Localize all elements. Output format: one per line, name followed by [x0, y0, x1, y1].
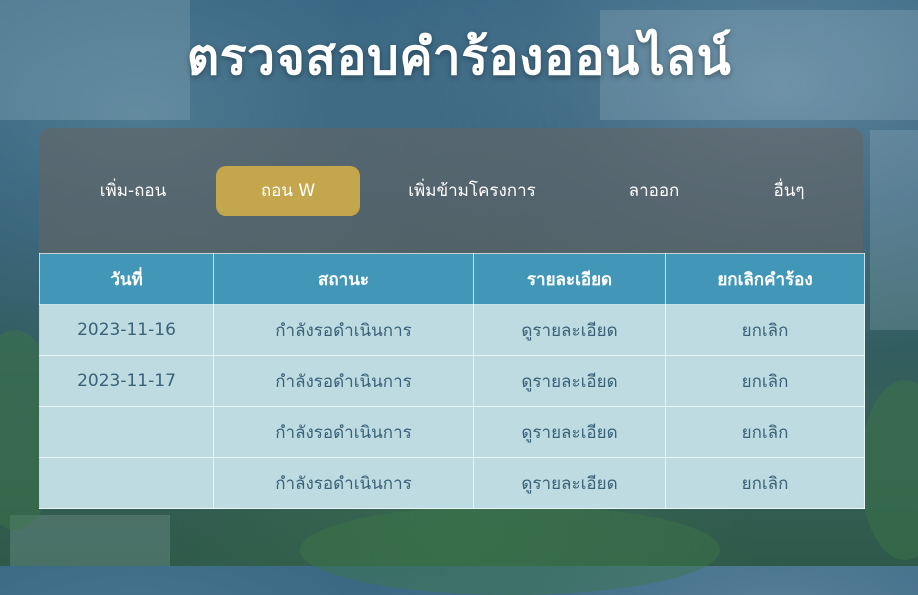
request-type-tabs: เพิ่ม-ถอน ถอน W เพิ่มข้ามโครงการ ลาออก อ… [39, 166, 863, 216]
cancel-request-button[interactable]: ยกเลิก [665, 304, 865, 356]
page-title: ตรวจสอบคำร้องออนไลน์ [186, 28, 732, 86]
background-building-bottom [10, 515, 170, 566]
background-trees-right [860, 380, 918, 560]
status-cell: กำลังรอดำเนินการ [213, 406, 474, 458]
date-cell [39, 406, 214, 458]
cancel-request-button[interactable]: ยกเลิก [665, 457, 865, 509]
status-cell: กำลังรอดำเนินการ [213, 355, 474, 407]
column-header-detail: รายละเอียด [473, 253, 666, 305]
column-header-date: วันที่ [39, 253, 214, 305]
date-cell: 2023-11-17 [39, 355, 214, 407]
cancel-request-button[interactable]: ยกเลิก [665, 406, 865, 458]
view-detail-link[interactable]: ดูรายละเอียด [473, 355, 666, 407]
view-detail-link[interactable]: ดูรายละเอียด [473, 304, 666, 356]
background-building-right-lower [870, 130, 918, 330]
tab-cross-program[interactable]: เพิ่มข้ามโครงการ [389, 166, 555, 216]
view-detail-link[interactable]: ดูรายละเอียด [473, 457, 666, 509]
status-cell: กำลังรอดำเนินการ [213, 304, 474, 356]
column-header-status: สถานะ [213, 253, 474, 305]
date-cell: 2023-11-16 [39, 304, 214, 356]
status-cell: กำลังรอดำเนินการ [213, 457, 474, 509]
tab-withdraw[interactable]: ถอน W [216, 166, 360, 216]
table-row: 2023-11-16 กำลังรอดำเนินการ ดูรายละเอียด… [39, 304, 865, 356]
date-cell [39, 457, 214, 509]
table-row: 2023-11-17 กำลังรอดำเนินการ ดูรายละเอียด… [39, 355, 865, 407]
background-trees-bottom [300, 505, 720, 595]
cancel-request-button[interactable]: ยกเลิก [665, 355, 865, 407]
tab-other[interactable]: อื่นๆ [739, 166, 839, 216]
column-header-cancel: ยกเลิกคำร้อง [665, 253, 865, 305]
request-table: วันที่ สถานะ รายละเอียด ยกเลิกคำร้อง 202… [39, 253, 865, 509]
table-header-row: วันที่ สถานะ รายละเอียด ยกเลิกคำร้อง [39, 253, 865, 305]
table-row: กำลังรอดำเนินการ ดูรายละเอียด ยกเลิก [39, 457, 865, 509]
table-row: กำลังรอดำเนินการ ดูรายละเอียด ยกเลิก [39, 406, 865, 458]
tab-add-drop[interactable]: เพิ่ม-ถอน [69, 166, 197, 216]
view-detail-link[interactable]: ดูรายละเอียด [473, 406, 666, 458]
tab-resign[interactable]: ลาออก [599, 166, 709, 216]
